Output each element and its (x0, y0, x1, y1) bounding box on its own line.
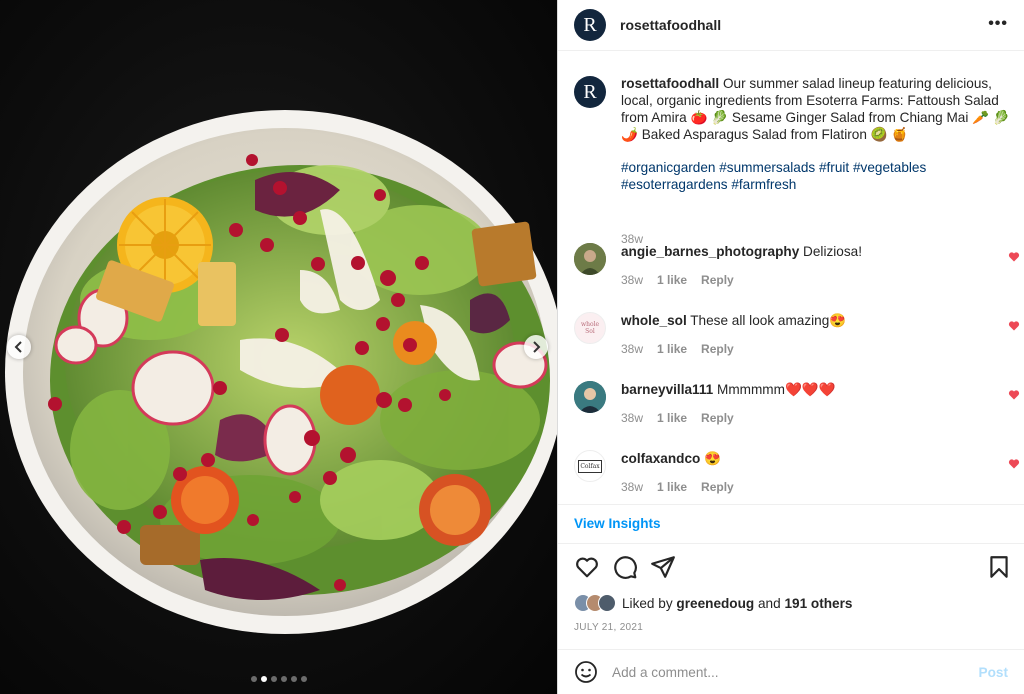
bookmark-icon[interactable] (986, 554, 1012, 580)
avatar-text: Colfax (578, 459, 602, 473)
add-comment-bar: Post (558, 649, 1024, 694)
comment-likes[interactable]: 1 like (657, 273, 687, 287)
avatar[interactable]: whole Sol (574, 312, 606, 344)
comment-username[interactable]: whole_sol (621, 313, 687, 328)
avatar[interactable] (574, 381, 606, 413)
comments-list[interactable]: R rosettafoodhall Our summer salad lineu… (558, 52, 1024, 504)
carousel-dot-active (261, 676, 267, 682)
comment-time[interactable]: 38w (621, 273, 643, 287)
comment-item: whole Sol whole_sol These all look amazi… (574, 312, 1020, 372)
comment-username[interactable]: barneyvilla111 (621, 382, 713, 397)
caption-text-block: rosettafoodhall Our summer salad lineup … (621, 76, 1014, 193)
comment-username[interactable]: colfaxandco (621, 451, 700, 466)
heart-outline-icon[interactable] (574, 554, 600, 580)
hashtags[interactable]: #organicgarden #summersalads #fruit #veg… (621, 160, 1014, 194)
emoji-icon[interactable] (574, 660, 598, 684)
avatar-photo (574, 381, 606, 413)
share-icon[interactable] (650, 554, 676, 580)
avatar-letter: R (583, 13, 597, 36)
comment-body: whole_sol These all look amazing😍 (621, 312, 981, 330)
comment-meta: 38w 1 like Reply (621, 273, 734, 287)
carousel-dot (291, 676, 297, 682)
comment-body: colfaxandco 😍 (621, 450, 981, 468)
likes-others-link[interactable]: 191 others (784, 596, 852, 611)
comment-body: barneyvilla111 Mmmmmm❤️❤️❤️ (621, 381, 981, 399)
likes-summary[interactable]: Liked by greenedoug and 191 others (574, 594, 852, 612)
reply-button[interactable]: Reply (701, 480, 734, 494)
comment-text: Deliziosa! (803, 244, 862, 259)
carousel-dot (251, 676, 257, 682)
avatar[interactable]: R (574, 76, 606, 108)
comment-meta: 38w 1 like Reply (621, 342, 734, 356)
likes-prefix: Liked by (622, 595, 673, 611)
comment-text: These all look amazing😍 (690, 313, 847, 328)
comment-body: angie_barnes_photography Deliziosa! (621, 243, 981, 261)
comment-time[interactable]: 38w (621, 480, 643, 494)
likes-text: Liked by greenedoug and 191 others (622, 596, 852, 611)
comment-item: barneyvilla111 Mmmmmm❤️❤️❤️ 38w 1 like R… (574, 381, 1020, 441)
carousel-dot (271, 676, 277, 682)
heart-icon[interactable] (1008, 389, 1020, 401)
reply-button[interactable]: Reply (701, 342, 734, 356)
post-author-username[interactable]: rosettafoodhall (620, 17, 721, 33)
comment-item: Colfax colfaxandco 😍 38w 1 like Reply (574, 450, 1020, 504)
avatar[interactable] (574, 243, 606, 275)
reply-button[interactable]: Reply (701, 273, 734, 287)
comment-icon[interactable] (612, 554, 638, 580)
carousel-next-button[interactable] (524, 335, 548, 359)
reply-button[interactable]: Reply (701, 411, 734, 425)
post-header: R rosettafoodhall ••• (558, 0, 1024, 51)
avatar[interactable]: R (574, 9, 606, 41)
comment-username[interactable]: angie_barnes_photography (621, 244, 799, 259)
heart-icon[interactable] (1008, 251, 1020, 263)
liker-username[interactable]: greenedoug (676, 596, 754, 611)
comment-meta: 38w 1 like Reply (621, 411, 734, 425)
chevron-left-icon (14, 341, 22, 353)
chevron-right-icon (533, 341, 541, 353)
salad-photo (5, 110, 557, 634)
comment-meta: 38w 1 like Reply (621, 480, 734, 494)
comment-text: Mmmmmm❤️❤️❤️ (717, 382, 836, 397)
comment-likes[interactable]: 1 like (657, 342, 687, 356)
avatar[interactable]: Colfax (574, 450, 606, 482)
more-horizontal-icon[interactable]: ••• (988, 15, 1008, 33)
avatar-photo (574, 243, 606, 275)
caption-username[interactable]: rosettafoodhall (621, 76, 719, 91)
carousel-dot (301, 676, 307, 682)
post-comment-button[interactable]: Post (979, 665, 1008, 680)
comment-likes[interactable]: 1 like (657, 480, 687, 494)
post-actions (574, 554, 1010, 584)
likes-middle: and (758, 595, 781, 611)
comment-item: angie_barnes_photography Deliziosa! 38w … (574, 243, 1020, 303)
carousel-prev-button[interactable] (7, 335, 31, 359)
post-side-panel: R rosettafoodhall ••• R rosettafoodhall … (557, 0, 1024, 694)
comment-likes[interactable]: 1 like (657, 411, 687, 425)
comment-input[interactable] (612, 664, 952, 680)
liker-avatars (574, 594, 616, 612)
comment-time[interactable]: 38w (621, 411, 643, 425)
avatar-text: whole Sol (580, 321, 600, 335)
hashtags-line[interactable]: #esoterragardens #farmfresh (621, 177, 1014, 194)
avatar (598, 594, 616, 612)
post-date[interactable]: JULY 21, 2021 (574, 622, 643, 633)
heart-icon[interactable] (1008, 320, 1020, 332)
avatar-letter: R (583, 80, 597, 103)
comment-text: 😍 (704, 451, 722, 466)
comment-time[interactable]: 38w (621, 342, 643, 356)
hashtags-line[interactable]: #organicgarden #summersalads #fruit #veg… (621, 160, 1014, 177)
carousel-indicator (251, 676, 307, 682)
post-media[interactable] (0, 0, 557, 694)
view-insights-link[interactable]: View Insights (558, 504, 1024, 544)
carousel-dot (281, 676, 287, 682)
heart-icon[interactable] (1008, 458, 1020, 470)
